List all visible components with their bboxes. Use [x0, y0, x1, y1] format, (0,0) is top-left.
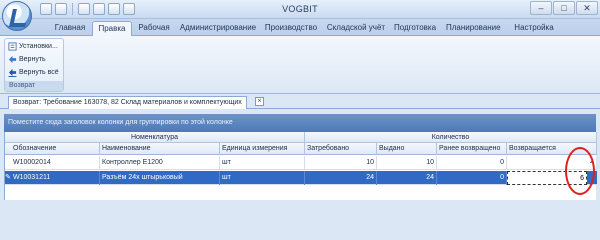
settings-button[interactable]: Установки... [8, 41, 58, 52]
window-title: VOGBIT [282, 4, 318, 14]
settings-button-label: Установки... [19, 43, 58, 50]
cell-returning-editor[interactable]: 6 [507, 171, 587, 185]
tab-preparation[interactable]: Подготовка [392, 21, 438, 36]
cell-returned-before[interactable]: 0 [437, 156, 507, 170]
ribbon-group-return: Установки... Вернуть Вернуть всё Возврат [4, 38, 64, 92]
cell-name[interactable]: Разъём 24х штырьковый [100, 171, 220, 185]
tab-home[interactable]: Главная [50, 21, 90, 36]
minimize-button[interactable]: – [530, 1, 552, 15]
settings-icon [8, 42, 17, 51]
return-all-button[interactable]: Вернуть всё [8, 67, 59, 78]
column-header-returning[interactable]: Возвращается [507, 143, 597, 155]
cell-designation[interactable]: W10002014 [5, 156, 100, 170]
tab-edit[interactable]: Правка [92, 21, 132, 37]
return-button[interactable]: Вернуть [8, 54, 46, 65]
maximize-button[interactable]: □ [553, 1, 575, 15]
column-header-unit[interactable]: Единица измерения [220, 143, 305, 155]
cell-designation[interactable]: W10031211 [5, 171, 100, 185]
cell-unit[interactable]: шт [220, 171, 305, 185]
ribbon-tabs: Главная Правка Рабочая Администрирование… [0, 19, 600, 37]
group-by-panel[interactable]: Поместите сюда заголовок колонки для гру… [4, 114, 596, 132]
column-header-requested[interactable]: Затребовано [305, 143, 377, 155]
cell-returned-before[interactable]: 0 [437, 171, 507, 185]
title-bar: VOGBIT – □ ✕ [0, 0, 600, 31]
tab-settings[interactable]: Настройка [512, 21, 556, 36]
table-row[interactable]: W10002014 Контроллер E1200 шт 10 10 0 4 [5, 156, 597, 170]
band-header-row: Номенклатура Количество [5, 132, 597, 143]
cell-requested[interactable]: 24 [305, 171, 377, 185]
window-controls: – □ ✕ [530, 1, 598, 15]
items-grid: Номенклатура Количество Обозначение Наим… [4, 132, 597, 200]
tab-warehouse[interactable]: Складской учёт [326, 21, 386, 36]
cell-issued[interactable]: 24 [377, 171, 437, 185]
ribbon-group-label: Возврат [5, 81, 63, 91]
return-all-button-label: Вернуть всё [19, 69, 59, 76]
cell-name[interactable]: Контроллер E1200 [100, 156, 220, 170]
column-header-name[interactable]: Наименование [100, 143, 220, 155]
tab-planning[interactable]: Планирование [446, 21, 501, 36]
band-quantity[interactable]: Количество [305, 132, 597, 143]
return-arrow-icon [8, 55, 17, 64]
cell-requested[interactable]: 10 [305, 156, 377, 170]
column-header-designation[interactable]: Обозначение [5, 143, 100, 155]
close-button[interactable]: ✕ [576, 1, 598, 15]
tab-production[interactable]: Производство [262, 21, 320, 36]
cell-unit[interactable]: шт [220, 156, 305, 170]
cell-issued[interactable]: 10 [377, 156, 437, 170]
return-all-arrow-icon [8, 68, 17, 77]
document-tab[interactable]: Возврат: Требование 163078, 82 Склад мат… [8, 96, 247, 109]
band-nomenclature[interactable]: Номенклатура [5, 132, 305, 143]
column-header-row: Обозначение Наименование Единица измерен… [5, 143, 597, 155]
return-button-label: Вернуть [19, 56, 46, 63]
ribbon-panel: Установки... Вернуть Вернуть всё Возврат [0, 36, 600, 94]
cell-returning[interactable]: 4 [507, 156, 597, 170]
column-header-issued[interactable]: Выдано [377, 143, 437, 155]
document-close-icon[interactable]: × [255, 97, 264, 106]
document-tab-strip: Возврат: Требование 163078, 82 Склад мат… [0, 94, 600, 109]
table-row-selected[interactable]: ✎ W10031211 Разъём 24х штырьковый шт 24 … [5, 171, 597, 185]
app-logo-icon[interactable] [2, 1, 32, 31]
tab-work[interactable]: Рабочая [134, 21, 174, 36]
tab-administration[interactable]: Администрирование [178, 21, 258, 36]
column-header-returned-before[interactable]: Ранее возвращено [437, 143, 507, 155]
